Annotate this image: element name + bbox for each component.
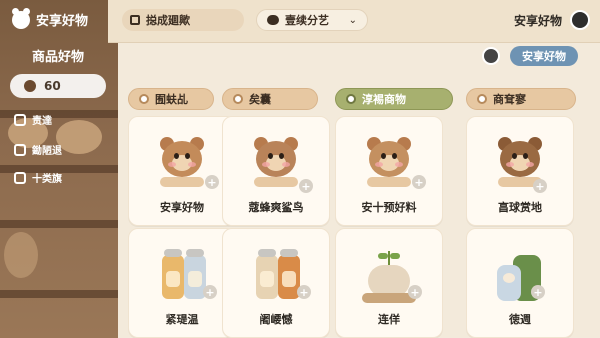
product-title: 亯球赏地 [498, 201, 542, 214]
shelf [0, 290, 118, 298]
top-search-text: 搃成廽歟 [146, 14, 190, 27]
jar-icon [152, 245, 212, 305]
sidebar-item-3[interactable]: 十类旗 [14, 170, 62, 185]
add-icon[interactable]: + [203, 285, 217, 299]
circle-icon [233, 94, 243, 104]
top-menu-text: 壹续分艺 [285, 14, 329, 27]
bear-icon [12, 7, 30, 29]
add-icon[interactable]: + [412, 175, 426, 189]
flower-icon [24, 80, 36, 92]
product-title: 紧瑅温 [165, 313, 199, 326]
brand-name: 安享好物 [36, 14, 89, 29]
sidebar-item-label: 十类旗 [32, 174, 62, 185]
chevron-down-icon: ⌄ [348, 14, 357, 26]
section-title: 商品好物 [32, 50, 85, 65]
category-label: 商耷寥 [493, 93, 526, 106]
product-title: 徳週 [509, 313, 531, 326]
avatar[interactable] [570, 10, 590, 30]
top-right: 安享好物 [514, 10, 590, 30]
circle-icon [477, 94, 487, 104]
category-label: 淳裼商物 [362, 93, 406, 106]
add-icon[interactable]: + [533, 179, 547, 193]
top-menu-dropdown[interactable]: 壹续分艺 ⌄ [256, 9, 368, 31]
category-tab-2[interactable]: 矣囊 [222, 88, 318, 110]
category-label: 囿蚨乩 [155, 93, 188, 106]
product-card-8[interactable]: + 徳週 [466, 228, 574, 338]
jar-icon [246, 245, 306, 305]
product-card-4[interactable]: + 亯球赏地 [466, 116, 574, 226]
square-icon [130, 15, 140, 25]
top-bar: 搃成廽歟 壹续分艺 ⌄ 安享好物 [108, 0, 600, 43]
left-panel: 安享好物 商品好物 60 责達 鋤陋退 十类旗 [0, 0, 118, 338]
product-title: 安十预好料 [361, 201, 417, 214]
sidebar-item-label: 鋤陋退 [32, 146, 62, 157]
add-icon[interactable]: + [408, 285, 422, 299]
circle-icon [139, 94, 149, 104]
sidebar-item-1[interactable]: 责達 [14, 112, 52, 127]
subheader-right: 安享好物 [482, 46, 578, 66]
sidebar-item-2[interactable]: 鋤陋退 [14, 142, 62, 157]
chipmunk-icon [154, 133, 210, 189]
top-search[interactable]: 搃成廽歟 [122, 9, 244, 31]
category-tab-4[interactable]: 商耷寥 [466, 88, 576, 110]
sidebar-item-label: 责達 [32, 116, 52, 127]
add-icon[interactable]: + [299, 179, 313, 193]
avatar[interactable] [482, 47, 500, 65]
product-card-7[interactable]: + 连佯 [335, 228, 443, 338]
product-title: 安享好物 [160, 201, 204, 214]
squirrel-icon [248, 133, 304, 189]
product-title: 阇崾憾 [259, 313, 293, 326]
add-icon[interactable]: + [531, 285, 545, 299]
plush-decoration [56, 120, 102, 154]
product-title: 蔻蜂爽鲨鸟 [248, 201, 304, 214]
chat-bubble-icon [267, 15, 279, 25]
product-card-1[interactable]: + 安享好物 [128, 116, 236, 226]
user-pill[interactable]: 安享好物 [510, 46, 578, 66]
box-icon [14, 143, 26, 156]
app-root: 安享好物 商品好物 60 责達 鋤陋退 十类旗 搃成廽歟 壹续分艺 ⌄ 安享好物… [0, 0, 600, 338]
circle-icon [346, 94, 356, 104]
product-card-5[interactable]: + 紧瑅温 [128, 228, 236, 338]
shelf [0, 220, 118, 228]
count-pill[interactable]: 60 [10, 74, 106, 98]
bear-icon [361, 133, 417, 189]
product-card-3[interactable]: + 安十预好料 [335, 116, 443, 226]
brand: 安享好物 [12, 7, 89, 29]
product-card-6[interactable]: + 阇崾憾 [222, 228, 330, 338]
category-tab-1[interactable]: 囿蚨乩 [128, 88, 214, 110]
category-label: 矣囊 [249, 93, 271, 106]
box-icon [14, 171, 26, 184]
box-icon [14, 113, 26, 126]
add-icon[interactable]: + [205, 175, 219, 189]
category-tab-3[interactable]: 淳裼商物 [335, 88, 453, 110]
add-icon[interactable]: + [297, 285, 311, 299]
jar-decoration [4, 232, 38, 278]
product-title: 连佯 [378, 313, 400, 326]
user-name: 安享好物 [513, 13, 562, 28]
count-value: 60 [44, 79, 61, 93]
product-card-2[interactable]: + 蔻蜂爽鲨鸟 [222, 116, 330, 226]
